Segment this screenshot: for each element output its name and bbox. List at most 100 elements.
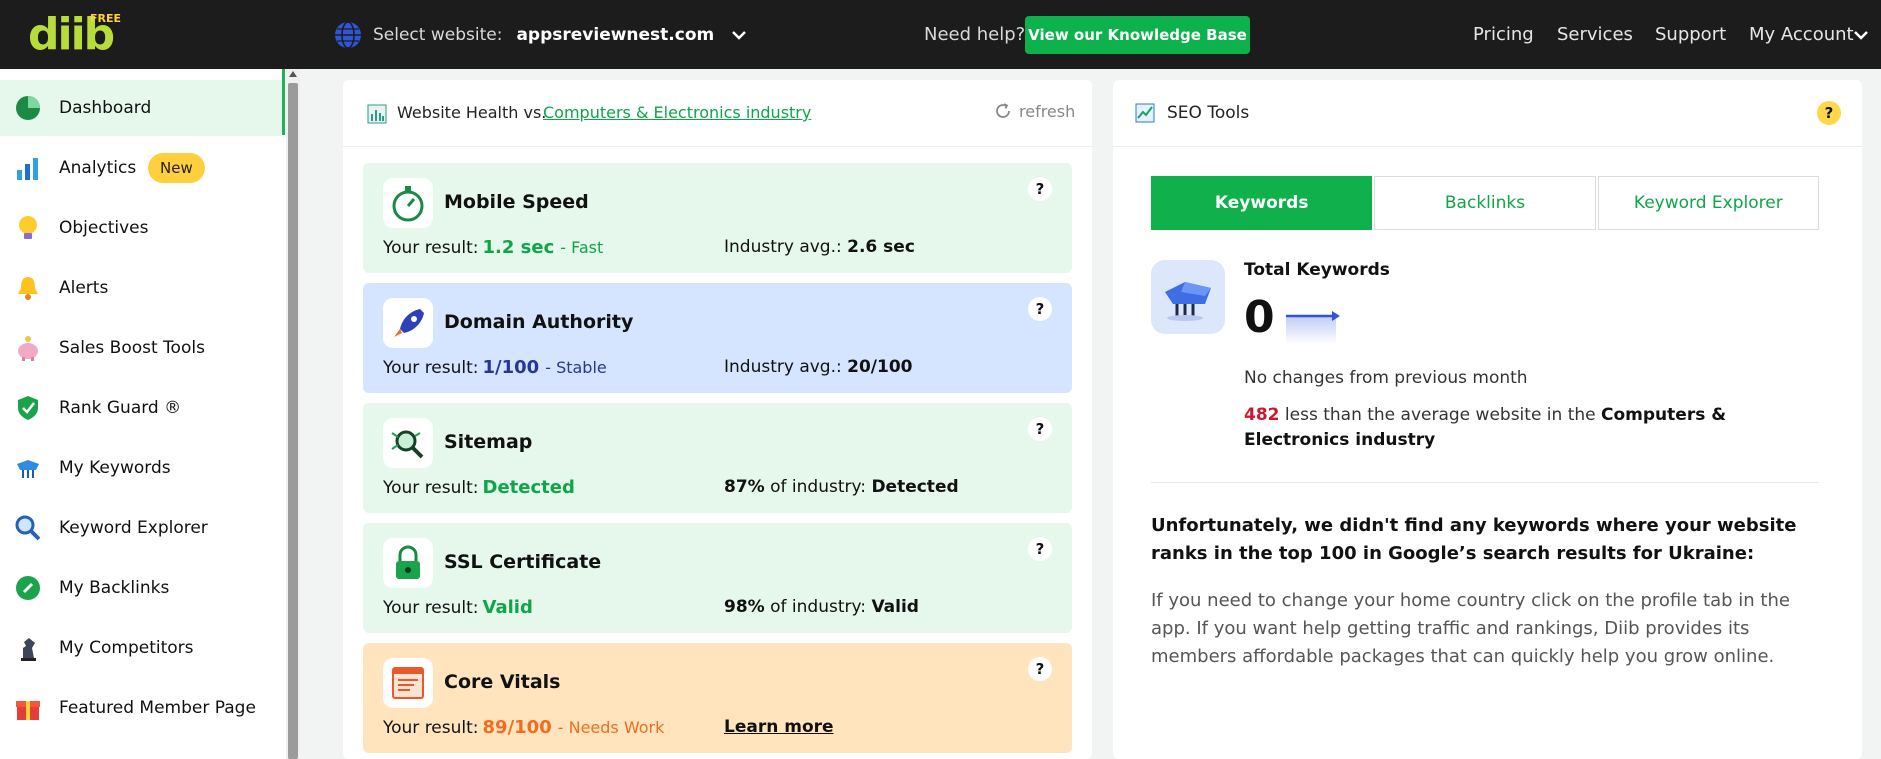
industry-comparison: 87% of industry: Detected [724, 477, 959, 497]
stopwatch-icon [383, 178, 433, 228]
chevron-down-icon[interactable] [730, 26, 748, 44]
ssl-certificate-card: SSL Certificate ? Your result: Valid 98% … [363, 523, 1072, 633]
industry-label: of industry: [770, 597, 867, 617]
card-result: Your result: 1/100 - Stable [383, 357, 607, 378]
seo-header: SEO Tools ? [1113, 80, 1862, 147]
browser-window-icon [383, 658, 433, 708]
help-question-icon[interactable]: ? [1028, 537, 1052, 561]
seo-tools-title: SEO Tools [1167, 103, 1250, 123]
website-selector[interactable]: Select website: appsreviewnest.com [333, 20, 748, 50]
industry-percent: 87% [724, 477, 765, 497]
seo-tools-panel: SEO Tools ? Keywords Backlinks Keyword E… [1113, 80, 1862, 759]
top-bar: diib FREE Select website: appsreviewnest… [0, 0, 1881, 69]
industry-comparison: 98% of industry: Valid [724, 597, 919, 617]
refresh-icon [996, 103, 1010, 118]
sidebar-item-label: Keyword Explorer [59, 518, 208, 538]
tab-keywords[interactable]: Keywords [1151, 176, 1373, 230]
new-badge: New [148, 153, 205, 183]
result-value: Detected [482, 477, 575, 498]
industry-label: of industry: [770, 477, 867, 497]
industry-value: 2.6 sec [847, 237, 915, 257]
health-header: Website Health vs. Computers & Electroni… [343, 80, 1092, 147]
refresh-button[interactable]: refresh [993, 101, 1075, 121]
sidebar-item-label: My Competitors [59, 638, 194, 658]
keywords-illustration-icon [1151, 260, 1225, 334]
learn-more-wrapper: Learn more [724, 717, 834, 737]
core-vitals-card: Core Vitals ? Your result: 89/100 - Needs … [363, 643, 1072, 753]
scroll-up-arrow-icon[interactable] [289, 71, 297, 77]
learn-more-link[interactable]: Learn more [724, 717, 834, 737]
account-chevron-down-icon[interactable] [1852, 26, 1870, 44]
need-help-text: Need help? [924, 24, 1026, 45]
sidebar-item-label: Dashboard [59, 98, 152, 118]
lightbulb-icon [19, 216, 37, 239]
nav-my-account[interactable]: My Account [1749, 24, 1854, 45]
padlock-icon [383, 538, 433, 588]
help-question-icon[interactable]: ? [1028, 177, 1052, 201]
sidebar-item-my-competitors[interactable]: My Competitors [0, 620, 283, 676]
result-value: 1/100 [482, 357, 540, 378]
sidebar-item-featured-member[interactable]: Featured Member Page [0, 680, 283, 736]
help-question-icon[interactable]: ? [1817, 101, 1841, 125]
keywords-diff-value: 482 [1244, 405, 1280, 425]
industry-value: Detected [871, 477, 959, 497]
nav-support[interactable]: Support [1655, 24, 1726, 45]
sidebar-item-label: My Keywords [59, 458, 171, 478]
industry-label: Industry avg.: [724, 237, 842, 257]
link-icon [16, 576, 40, 600]
keywords-diff-text: less than the average website in the [1284, 405, 1596, 425]
sidebar-item-objectives[interactable]: Objectives [0, 200, 283, 256]
sidebar-item-alerts[interactable]: Alerts [0, 260, 283, 316]
result-label: Your result: [383, 718, 479, 738]
scrollbar-thumb[interactable] [288, 83, 298, 759]
analytics-icon [17, 158, 38, 180]
chess-knight-icon [21, 638, 36, 661]
sidebar-item-sales-boost[interactable]: Sales Boost Tools [0, 320, 283, 376]
magnifier-icon [15, 515, 41, 541]
selected-website[interactable]: appsreviewnest.com [516, 25, 714, 45]
sidebar-item-label: Featured Member Page [59, 698, 256, 718]
diib-logo[interactable]: diib FREE [28, 10, 128, 60]
nav-services[interactable]: Services [1557, 24, 1633, 45]
trend-chart-icon [1135, 103, 1155, 123]
no-keywords-notice: Unfortunately, we didn't find any keywor… [1151, 515, 1797, 564]
sidebar-item-rank-guard[interactable]: Rank Guard ® [0, 380, 283, 436]
sidebar-item-label: Rank Guard ® [59, 398, 182, 418]
sidebar-item-dashboard[interactable]: Dashboard [0, 80, 283, 136]
result-value: 89/100 [482, 717, 552, 738]
card-result: Your result: Valid [383, 597, 533, 618]
seo-tabs: Keywords Backlinks Keyword Explorer [1151, 176, 1819, 230]
refresh-label: refresh [1019, 101, 1076, 121]
tab-keyword-explorer[interactable]: Keyword Explorer [1597, 176, 1819, 230]
card-result: Your result: 1.2 sec - Fast [383, 237, 603, 258]
industry-value: 20/100 [847, 357, 913, 377]
industry-value: Valid [871, 597, 919, 617]
no-keywords-help-text: If you need to change your home country … [1151, 590, 1790, 667]
sidebar-item-label: Sales Boost Tools [59, 338, 205, 358]
keywords-comparison: 482 less than the average website in the… [1244, 403, 1814, 453]
globe-icon [335, 21, 361, 49]
card-title: Sitemap [444, 431, 533, 453]
keywords-change-text: No changes from previous month [1244, 368, 1528, 388]
sitemap-magnifier-icon [383, 418, 433, 468]
result-status: - Fast [560, 238, 604, 257]
sidebar-item-analytics[interactable]: Analytics New [0, 140, 283, 196]
tab-backlinks[interactable]: Backlinks [1374, 176, 1596, 230]
help-question-icon[interactable]: ? [1028, 417, 1052, 441]
sidebar-item-my-backlinks[interactable]: My Backlinks [0, 560, 283, 616]
select-website-label: Select website: [373, 25, 503, 45]
help-question-icon[interactable]: ? [1028, 297, 1052, 321]
sidebar-item-my-keywords[interactable]: My Keywords [0, 440, 283, 496]
gift-icon [16, 701, 40, 720]
bar-chart-icon [367, 104, 387, 124]
result-status: - Needs Work [557, 718, 665, 737]
industry-comparison: Industry avg.: 20/100 [724, 357, 913, 377]
knowledge-base-button[interactable]: View our Knowledge Base [1025, 16, 1250, 54]
sidebar-item-keyword-explorer[interactable]: Keyword Explorer [0, 500, 283, 556]
trend-flat-arrow-icon [1286, 311, 1340, 344]
help-question-icon[interactable]: ? [1028, 657, 1052, 681]
nav-pricing[interactable]: Pricing [1473, 24, 1534, 45]
sidebar-item-label: My Backlinks [59, 578, 170, 598]
sitemap-card: Sitemap ? Your result: Detected 87% of in… [363, 403, 1072, 513]
industry-link[interactable]: Computers & Electronics industry [543, 103, 811, 122]
